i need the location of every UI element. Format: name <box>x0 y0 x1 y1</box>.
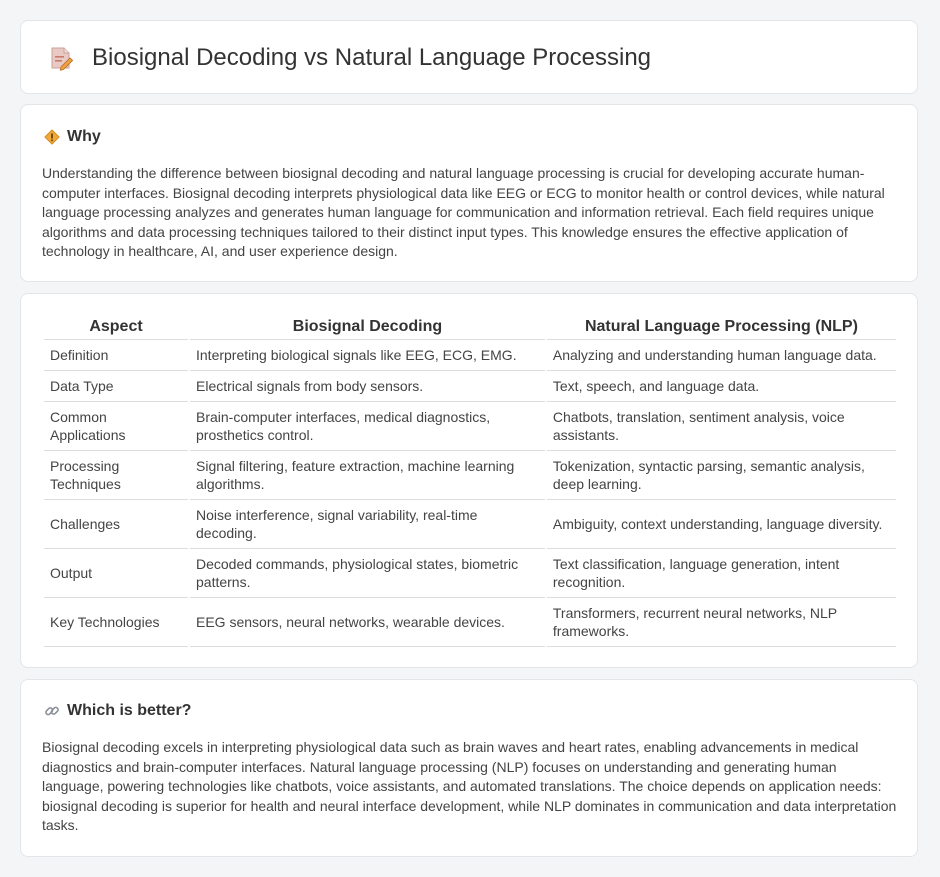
comparison-card: Aspect Biosignal Decoding Natural Langua… <box>20 293 918 668</box>
row-aspect: Definition <box>44 340 188 371</box>
header-nlp: Natural Language Processing (NLP) <box>546 314 896 340</box>
better-heading-row: Which is better? <box>43 702 191 720</box>
which-better-section: Which is better? Biosignal decoding exce… <box>20 679 918 857</box>
row-aspect: Processing Techniques <box>44 451 188 500</box>
better-heading: Which is better? <box>67 702 192 719</box>
link-icon <box>43 702 61 720</box>
table-row: Common Applications Brain-computer inter… <box>44 402 896 451</box>
row-biosignal: Signal filtering, feature extraction, ma… <box>190 451 545 500</box>
row-nlp: Chatbots, translation, sentiment analysi… <box>546 402 896 451</box>
why-text: Understanding the difference between bio… <box>42 165 885 260</box>
title-card: Biosignal Decoding vs Natural Language P… <box>20 20 918 94</box>
row-nlp: Text classification, language generation… <box>546 549 896 598</box>
row-aspect: Key Technologies <box>44 598 188 647</box>
table-row: Challenges Noise interference, signal va… <box>44 500 896 549</box>
why-heading: Why <box>67 128 101 145</box>
row-biosignal: Interpreting biological signals like EEG… <box>190 340 545 371</box>
table-row: Output Decoded commands, physiological s… <box>44 549 896 598</box>
row-nlp: Transformers, recurrent neural networks,… <box>546 598 896 647</box>
table-row: Data Type Electrical signals from body s… <box>44 371 896 402</box>
row-aspect: Common Applications <box>44 402 188 451</box>
row-biosignal: Decoded commands, physiological states, … <box>190 549 545 598</box>
table-row: Processing Techniques Signal filtering, … <box>44 451 896 500</box>
header-biosignal: Biosignal Decoding <box>190 314 545 340</box>
row-aspect: Output <box>44 549 188 598</box>
table-row: Key Technologies EEG sensors, neural net… <box>44 598 896 647</box>
row-nlp: Analyzing and understanding human langua… <box>546 340 896 371</box>
comparison-table: Aspect Biosignal Decoding Natural Langua… <box>42 314 898 647</box>
row-biosignal: Electrical signals from body sensors. <box>190 371 545 402</box>
row-nlp: Tokenization, syntactic parsing, semanti… <box>546 451 896 500</box>
table-row: Definition Interpreting biological signa… <box>44 340 896 371</box>
row-aspect: Challenges <box>44 500 188 549</box>
row-biosignal: Noise interference, signal variability, … <box>190 500 545 549</box>
page-title: Biosignal Decoding vs Natural Language P… <box>92 44 652 71</box>
row-nlp: Text, speech, and language data. <box>546 371 896 402</box>
row-nlp: Ambiguity, context understanding, langua… <box>546 500 896 549</box>
row-biosignal: EEG sensors, neural networks, wearable d… <box>190 598 545 647</box>
warning-diamond-icon <box>43 128 61 146</box>
header-aspect: Aspect <box>44 314 188 340</box>
why-section: Why Understanding the difference between… <box>20 104 918 282</box>
document-pencil-icon <box>51 47 73 71</box>
table-header-row: Aspect Biosignal Decoding Natural Langua… <box>44 314 896 340</box>
row-aspect: Data Type <box>44 371 188 402</box>
why-heading-row: Why <box>43 128 101 146</box>
row-biosignal: Brain-computer interfaces, medical diagn… <box>190 402 545 451</box>
better-text: Biosignal decoding excels in interpretin… <box>42 739 897 834</box>
